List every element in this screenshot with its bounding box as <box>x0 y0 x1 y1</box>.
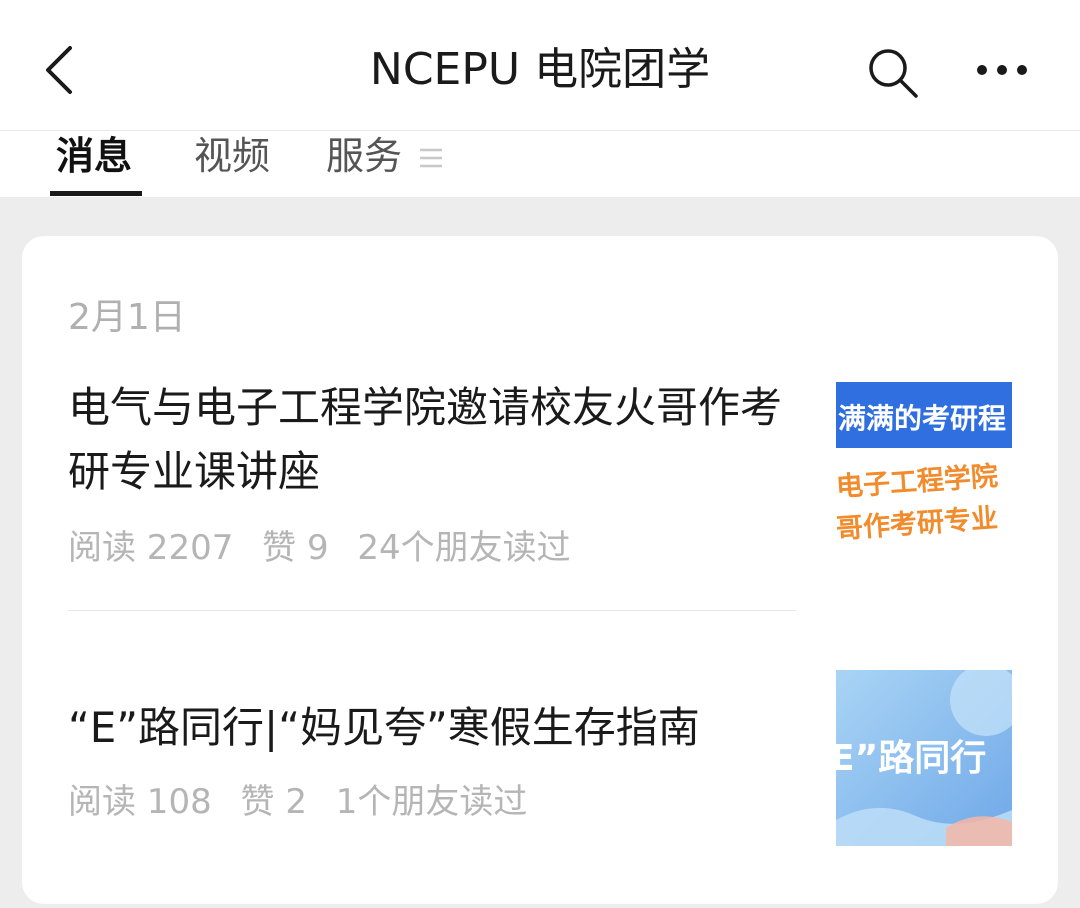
active-tab-indicator <box>50 191 142 196</box>
article-thumbnail[interactable]: E”路同行 <box>836 670 1012 846</box>
article-stats: 阅读 2207 赞 9 24个朋友读过 <box>68 520 589 569</box>
read-count: 阅读 2207 <box>68 528 234 568</box>
read-count: 阅读 108 <box>68 782 212 822</box>
message-card: 2月1日 电气与电子工程学院邀请校友火哥作考研专业课讲座 阅读 2207 赞 9… <box>22 236 1058 904</box>
article-stats: 阅读 108 赞 2 1个朋友读过 <box>68 774 545 823</box>
thumb-text: E”路同行 <box>836 738 986 779</box>
tab-bar: 消息 视频 服务 <box>0 130 1080 197</box>
article-divider <box>68 610 796 611</box>
post-date: 2月1日 <box>68 297 186 338</box>
more-options-icon[interactable] <box>972 56 1032 84</box>
like-count: 赞 9 <box>262 528 329 568</box>
tab-videos[interactable]: 视频 <box>194 131 270 191</box>
friends-read: 24个朋友读过 <box>357 528 571 568</box>
friends-read: 1个朋友读过 <box>335 782 528 822</box>
top-nav-bar: NCEPU 电院团学 <box>0 0 1080 130</box>
like-count: 赞 2 <box>240 782 307 822</box>
search-icon[interactable] <box>866 46 920 100</box>
tab-services[interactable]: 服务 <box>326 131 402 191</box>
back-chevron-icon[interactable] <box>40 44 80 96</box>
tab-messages[interactable]: 消息 <box>56 131 132 191</box>
article-title[interactable]: 电气与电子工程学院邀请校友火哥作考研专业课讲座 <box>68 376 808 504</box>
article-title[interactable]: “E”路同行|“妈见夸”寒假生存指南 <box>68 696 828 760</box>
services-menu-icon[interactable] <box>420 147 442 169</box>
article-thumbnail[interactable]: 满满的考研程 电子工程学院 哥作考研专业 <box>836 382 1012 558</box>
thumb-text: 满满的考研程 <box>838 402 1006 435</box>
